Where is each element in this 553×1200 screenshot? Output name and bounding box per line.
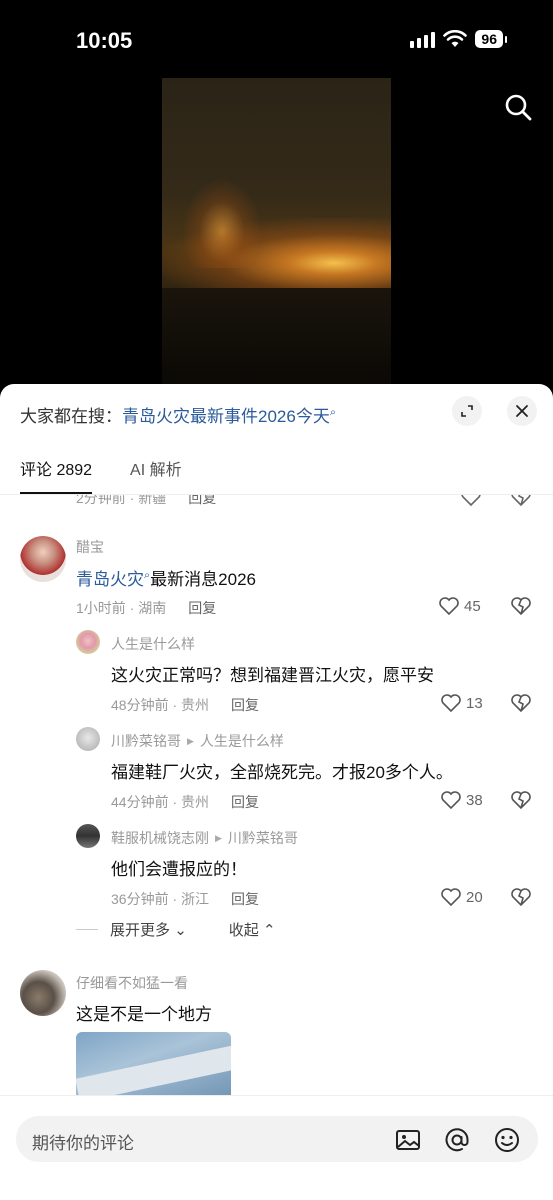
battery-indicator: 96 <box>475 30 507 48</box>
avatar[interactable] <box>20 970 66 1016</box>
search-icon[interactable] <box>503 92 533 122</box>
comment-meta: 2分钟前 · 新疆 回复 <box>76 495 216 508</box>
comment-username[interactable]: 鞋服机械饶志刚 ▶ 川黔菜铭哥 <box>111 828 298 848</box>
close-button[interactable] <box>507 396 537 426</box>
reply-button[interactable]: 回复 <box>188 495 216 508</box>
reply-arrow-icon: ▶ <box>187 735 194 746</box>
comment-text: 他们会遭报应的！ <box>111 860 247 879</box>
reply-button[interactable]: 回复 <box>231 695 259 715</box>
expand-icon <box>461 405 473 417</box>
like-count: 38 <box>466 791 483 809</box>
comment-panel: 大家都在搜：青岛火灾最新事件2026今天⌕ 评论 2892 AI 解析 2分钟前… <box>0 384 553 1200</box>
video-player[interactable] <box>162 78 391 384</box>
comment-image[interactable] <box>76 1032 231 1095</box>
airplane-wing <box>76 1045 231 1095</box>
like-count: 13 <box>466 694 483 712</box>
status-bar: 10:05 96 <box>0 0 553 80</box>
comment-list[interactable]: 2分钟前 · 新疆 回复 醋宝 青岛火灾⌕最新消息2026 1小时前 · 湖南 … <box>0 495 553 1095</box>
video-ground <box>162 288 391 384</box>
comment-input[interactable]: 期待你的评论 <box>16 1116 538 1162</box>
avatar[interactable] <box>20 536 66 582</box>
comment-time-location: 44分钟前 · 贵州 <box>111 794 210 810</box>
heart-icon[interactable] <box>460 495 482 507</box>
heart-icon <box>441 791 461 810</box>
heart-icon <box>439 597 459 616</box>
avatar[interactable] <box>76 630 100 654</box>
comment-username[interactable]: 人生是什么样 <box>111 634 195 654</box>
reply-arrow-icon: ▶ <box>215 832 222 843</box>
close-icon <box>516 405 528 417</box>
heart-icon <box>441 888 461 907</box>
like-button[interactable]: 38 <box>440 790 483 810</box>
comment-username[interactable]: 川黔菜铭哥 ▶ 人生是什么样 <box>111 731 284 751</box>
comment-time-location: 2分钟前 · 新疆 <box>76 495 167 506</box>
comment-time-location: 48分钟前 · 贵州 <box>111 697 210 713</box>
dislike-icon[interactable] <box>510 790 532 810</box>
like-button[interactable]: 20 <box>440 887 483 907</box>
avatar[interactable] <box>76 824 100 848</box>
reply-username[interactable]: 川黔菜铭哥 <box>111 731 181 751</box>
divider <box>76 929 98 930</box>
reply-button[interactable]: 回复 <box>188 598 216 618</box>
comment-text: 青岛火灾⌕最新消息2026 <box>76 565 256 590</box>
comment-text: 福建鞋厂火灾，全部烧死完。才报20多个人。 <box>111 763 453 782</box>
dislike-icon[interactable] <box>510 495 532 507</box>
reply-to-username[interactable]: 人生是什么样 <box>200 731 284 751</box>
signal-icon <box>410 30 436 48</box>
comment-meta: 44分钟前 · 贵州 回复 <box>111 792 259 812</box>
trending-link[interactable]: 青岛火灾最新事件2026今天 <box>122 407 330 426</box>
reply-button[interactable]: 回复 <box>231 792 259 812</box>
reply-username[interactable]: 鞋服机械饶志刚 <box>111 828 209 848</box>
status-icons: 96 <box>410 30 507 48</box>
emoji-icon[interactable] <box>493 1126 521 1154</box>
like-button[interactable]: 13 <box>440 693 483 713</box>
dislike-icon[interactable] <box>510 693 532 713</box>
reply-button[interactable]: 回复 <box>231 889 259 909</box>
reply-to-username[interactable]: 川黔菜铭哥 <box>228 828 298 848</box>
comment-text: 这火灾正常吗？想到福建晋江火灾，愿平安 <box>111 666 434 685</box>
avatar[interactable] <box>76 727 100 751</box>
collapse-button[interactable]: 收起 ⌃ <box>229 919 276 940</box>
like-button[interactable]: 45 <box>438 596 481 616</box>
comment-meta: 1小时前 · 湖南 回复 <box>76 598 216 618</box>
wifi-icon <box>443 30 468 47</box>
like-count: 45 <box>464 597 481 615</box>
comment-input-bar: 期待你的评论 <box>0 1095 553 1200</box>
expand-more-button[interactable]: 展开更多 ⌄ <box>110 919 187 940</box>
dislike-icon[interactable] <box>510 887 532 907</box>
comment-input-placeholder: 期待你的评论 <box>32 1134 134 1153</box>
trending-search[interactable]: 大家都在搜：青岛火灾最新事件2026今天⌕ <box>20 402 336 427</box>
comment-tabs: 评论 2892 AI 解析 <box>20 456 182 494</box>
chevron-down-icon: ⌄ <box>174 922 187 939</box>
like-count: 20 <box>466 888 483 906</box>
heart-icon <box>441 694 461 713</box>
comment-time-location: 36分钟前 · 浙江 <box>111 891 210 907</box>
image-icon[interactable] <box>394 1126 422 1154</box>
comment-username[interactable]: 醋宝 <box>76 537 104 557</box>
chevron-up-icon: ⌃ <box>262 922 276 939</box>
comment-text-rest: 最新消息2026 <box>150 570 256 589</box>
status-time: 10:05 <box>76 28 133 53</box>
tab-comments[interactable]: 评论 2892 <box>20 456 93 494</box>
comment-meta: 36分钟前 · 浙江 回复 <box>111 889 259 909</box>
tab-ai-analysis[interactable]: AI 解析 <box>130 456 182 494</box>
expand-more-label: 展开更多 <box>110 922 171 939</box>
comment-text: 这是不是一个地方 <box>76 1005 212 1024</box>
search-small-icon: ⌕ <box>329 406 336 419</box>
comment-time-location: 1小时前 · 湖南 <box>76 600 167 616</box>
comment-meta: 48分钟前 · 贵州 回复 <box>111 695 259 715</box>
at-mention-icon[interactable] <box>443 1126 471 1154</box>
trending-prefix: 大家都在搜： <box>20 407 122 426</box>
replies-toggle-row: 展开更多 ⌄ 收起 ⌃ <box>76 919 276 940</box>
dislike-icon[interactable] <box>510 596 532 616</box>
comment-username[interactable]: 仔细看不如猛一看 <box>76 973 188 993</box>
collapse-label: 收起 <box>228 922 259 939</box>
comment-text-link[interactable]: 青岛火灾 <box>76 570 144 589</box>
expand-button[interactable] <box>452 396 482 426</box>
